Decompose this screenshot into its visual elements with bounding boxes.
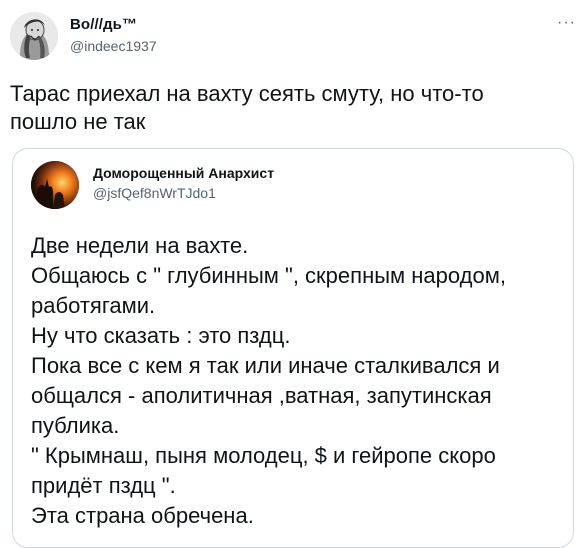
tweet-text-line: Тарас приехал на вахту сеять смуту, но ч… (10, 81, 484, 106)
tweet-text: Тарас приехал на вахту сеять смуту, но ч… (10, 80, 570, 136)
tweet: Во///дь™ @indeec1937 ··· Тарас приехал н… (0, 0, 588, 548)
quoted-text-line: работягами. (31, 293, 156, 318)
quoted-text-line: Эта страна обречена. (31, 503, 254, 528)
quoted-text-line: общался - аполитичная ,ватная, запутинск… (31, 383, 492, 408)
author-name[interactable]: Во///дь™ (70, 16, 137, 33)
quoted-tweet-card[interactable]: Доморощенный Анархист @jsfQef8nWrTJdo1 Д… (12, 148, 574, 548)
quoted-text-line: Пока все с кем я так или иначе сталкивал… (31, 353, 500, 378)
quoted-author-handle[interactable]: @jsfQef8nWrTJdo1 (93, 185, 216, 201)
quoted-text-line: " Крымнаш, пыня молодец, $ и гейропе ско… (31, 443, 496, 468)
quoted-author-name[interactable]: Доморощенный Анархист (93, 165, 274, 181)
quoted-text-line: публика. (31, 413, 120, 438)
more-horizontal-icon[interactable]: ··· (557, 14, 576, 32)
quoted-text-line: Общаюсь с " глубинным ", скрепным народо… (31, 263, 506, 288)
quoted-author-avatar[interactable] (31, 161, 79, 209)
author-handle[interactable]: @indeec1937 (70, 38, 157, 54)
tweet-text-line: пошло не так (10, 109, 146, 134)
quoted-tweet-text: Две недели на вахте. Общаюсь с " глубинн… (31, 231, 561, 531)
author-avatar[interactable] (10, 12, 58, 60)
quoted-text-line: Ну что сказать : это пздц. (31, 323, 291, 348)
quoted-text-line: Две недели на вахте. (31, 233, 249, 258)
quoted-text-line: придёт пздц ". (31, 473, 176, 498)
